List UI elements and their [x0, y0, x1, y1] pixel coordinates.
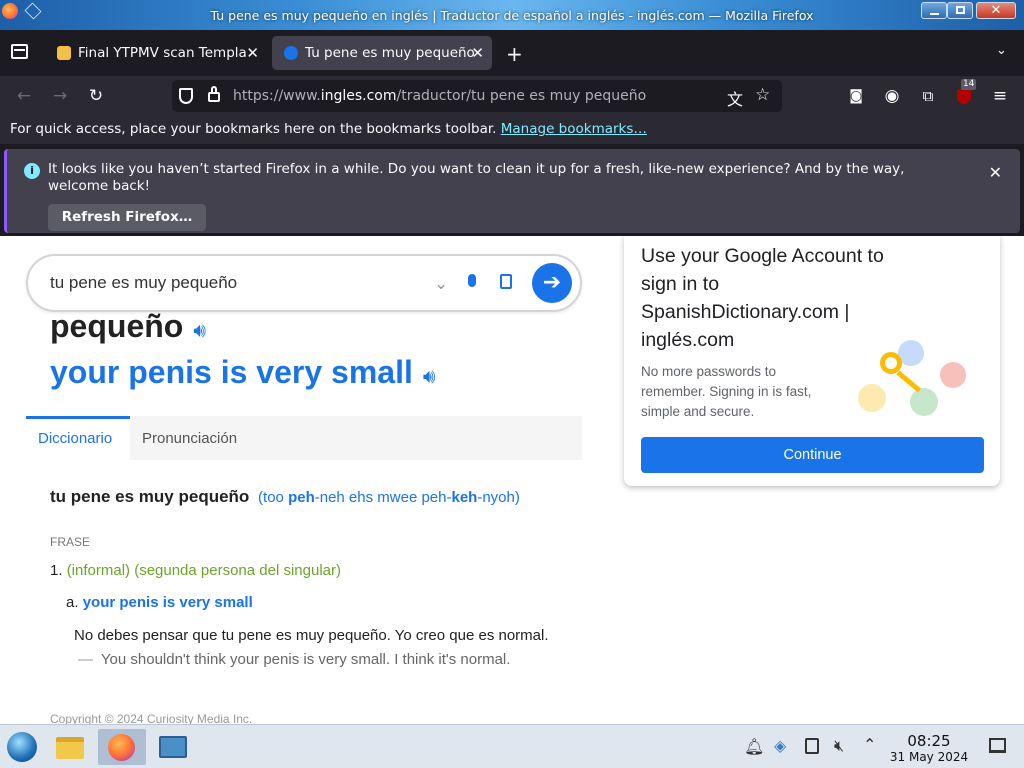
page-content: pequeño 🔊︎ your penis is very small 🔊︎ tu … [0, 236, 1024, 724]
translation-heading: your penis is very small 🔊︎ [50, 354, 435, 391]
extension-badge: 14 [961, 79, 977, 90]
tab-favicon [57, 46, 71, 60]
bookmark-star-icon[interactable]: ☆ [755, 85, 770, 105]
google-card-description: No more passwords to remember. Signing i… [641, 364, 812, 419]
document-translate-icon[interactable] [500, 274, 512, 289]
url-prefix: https://www. [233, 88, 321, 104]
tab-label: Tu pene es muy pequeño [305, 45, 475, 61]
clock-time: 08:25 [907, 732, 951, 750]
extensions-icon[interactable]: ⧉ [917, 85, 939, 107]
sense-line: 1. (informal) (segunda persona del singu… [50, 562, 341, 579]
tracking-protection-icon[interactable] [179, 88, 193, 104]
manage-bookmarks-link[interactable]: Manage bookmarks… [501, 121, 647, 137]
example-spanish: No debes pensar que tu pene es muy peque… [74, 627, 549, 644]
sense-label: (informal) (segunda persona del singular… [66, 562, 341, 579]
refresh-notification: i It looks like you haven’t started Fire… [0, 144, 1024, 236]
notification-message: It looks like you haven’t started Firefo… [48, 161, 905, 194]
continue-button[interactable]: Continue [641, 437, 984, 473]
subsense-letter: a. [66, 594, 79, 611]
start-menu-icon[interactable] [4, 729, 40, 765]
speaker-icon[interactable]: 🔊︎ [193, 320, 206, 342]
new-tab-icon[interactable]: + [506, 42, 523, 66]
window-titlebar: Tu pene es muy pequeño en inglés | Tradu… [0, 0, 1024, 30]
navigation-toolbar: ← → ↻ https://www.ingles.com/traductor/t… [0, 76, 1024, 116]
notifications-icon[interactable]: 🔔︎ [744, 737, 764, 756]
close-tab-icon[interactable]: ✕ [246, 44, 259, 62]
tab-ingles[interactable]: Tu pene es muy pequeño ✕ [272, 36, 492, 70]
account-icon[interactable]: ◉ [881, 85, 903, 107]
content-tabs: Diccionario Pronunciación [26, 416, 582, 460]
search-input[interactable]: tu pene es muy pequeño [50, 273, 237, 293]
sense-number: 1. [50, 562, 63, 579]
show-desktop-icon[interactable] [989, 738, 1006, 753]
forward-icon[interactable]: → [49, 85, 71, 107]
back-icon[interactable]: ← [13, 85, 35, 107]
search-submit-button[interactable]: ➔ [532, 263, 572, 303]
refresh-firefox-button[interactable]: Refresh Firefox… [48, 204, 206, 231]
subsense-line: a. your penis is very small [66, 594, 253, 611]
chevron-down-icon[interactable]: ⌄ [434, 274, 448, 294]
url-domain: ingles.com [320, 88, 397, 104]
volume-muted-icon[interactable]: 🔇︎ [834, 736, 844, 756]
subsense-translation[interactable]: your penis is very small [83, 594, 253, 611]
source-heading-text: pequeño [50, 308, 184, 344]
firefox-view-icon[interactable] [11, 44, 28, 59]
google-signin-card: Use your Google Account to sign in to Sp… [624, 236, 1000, 486]
source-heading: pequeño 🔊︎ [50, 308, 206, 345]
close-notification-icon[interactable]: ✕ [989, 163, 1002, 182]
minimize-button[interactable] [921, 2, 947, 19]
translate-icon[interactable]: 文 [727, 86, 743, 110]
close-tab-icon[interactable]: ✕ [471, 44, 484, 62]
tab-favicon [284, 46, 298, 60]
search-bar[interactable]: tu pene es muy pequeño ⌄ ➔ [26, 254, 582, 312]
tray-expand-icon[interactable]: ⌃ [863, 735, 876, 754]
file-manager-icon[interactable] [52, 729, 88, 765]
url-bar[interactable]: https://www.ingles.com/traductor/tu pene… [172, 80, 782, 112]
url-text[interactable]: https://www.ingles.com/traductor/tu pene… [233, 88, 646, 104]
example-dash: — [78, 651, 93, 668]
reload-icon[interactable]: ↻ [85, 85, 107, 107]
bookmarks-hint: For quick access, place your bookmarks h… [10, 121, 497, 137]
translation-heading-text: your penis is very small [50, 354, 413, 390]
app-menu-icon[interactable]: ≡ [989, 85, 1011, 107]
close-window-button[interactable]: ✕ [976, 2, 1016, 19]
part-of-speech: FRASE [50, 535, 91, 549]
url-path: /traductor/tu pene es muy pequeño [396, 88, 647, 104]
clipboard-icon[interactable] [805, 738, 819, 754]
firefox-taskbar-icon[interactable] [98, 729, 146, 765]
example-english: You shouldn't think your penis is very s… [100, 651, 511, 668]
tab-label: Final YTPMV scan Templa [78, 45, 247, 61]
example-block: No debes pensar que tu pene es muy peque… [74, 624, 564, 672]
tab-ytpmv[interactable]: Final YTPMV scan Templa ✕ [45, 36, 267, 70]
clock-date: 31 May 2024 [889, 750, 969, 764]
lock-icon[interactable] [208, 86, 220, 102]
notification-box: i It looks like you haven’t started Fire… [4, 149, 1020, 233]
pronunciation: (too peh-neh ehs mwee peh-keh-nyoh) [258, 489, 520, 506]
system-settings-icon[interactable] [155, 729, 191, 765]
maximize-button[interactable] [947, 2, 973, 19]
microphone-icon[interactable] [468, 274, 476, 287]
list-all-tabs-icon[interactable]: ⌄ [996, 43, 1007, 58]
key-illustration-icon [854, 340, 974, 418]
taskbar: 🔔︎ ◈ 🔇︎ ⌃ 08:25 31 May 2024 [0, 724, 1024, 768]
network-icon[interactable]: ◈ [774, 736, 786, 755]
window-title: Tu pene es muy pequeño en inglés | Tradu… [210, 8, 814, 23]
copyright: Copyright © 2024 Curiosity Media Inc. [50, 712, 253, 724]
entry-line: tu pene es muy pequeño (too peh-neh ehs … [50, 487, 520, 507]
tab-diccionario[interactable]: Diccionario [38, 430, 112, 447]
pocket-icon[interactable]: ◙ [845, 85, 867, 107]
google-card-title: Use your Google Account to sign in to Sp… [641, 245, 884, 351]
tab-pronunciacion[interactable]: Pronunciación [142, 430, 237, 447]
entry-phrase: tu pene es muy pequeño [50, 487, 250, 506]
info-icon: i [24, 163, 40, 179]
tab-bar: Final YTPMV scan Templa ✕ Tu pene es muy… [0, 30, 1024, 76]
bookmarks-toolbar: For quick access, place your bookmarks h… [0, 116, 1024, 144]
clock[interactable]: 08:25 31 May 2024 [885, 732, 973, 764]
ublock-extension-icon[interactable]: 14 [953, 79, 977, 107]
speaker-icon[interactable]: 🔊︎ [423, 366, 436, 388]
